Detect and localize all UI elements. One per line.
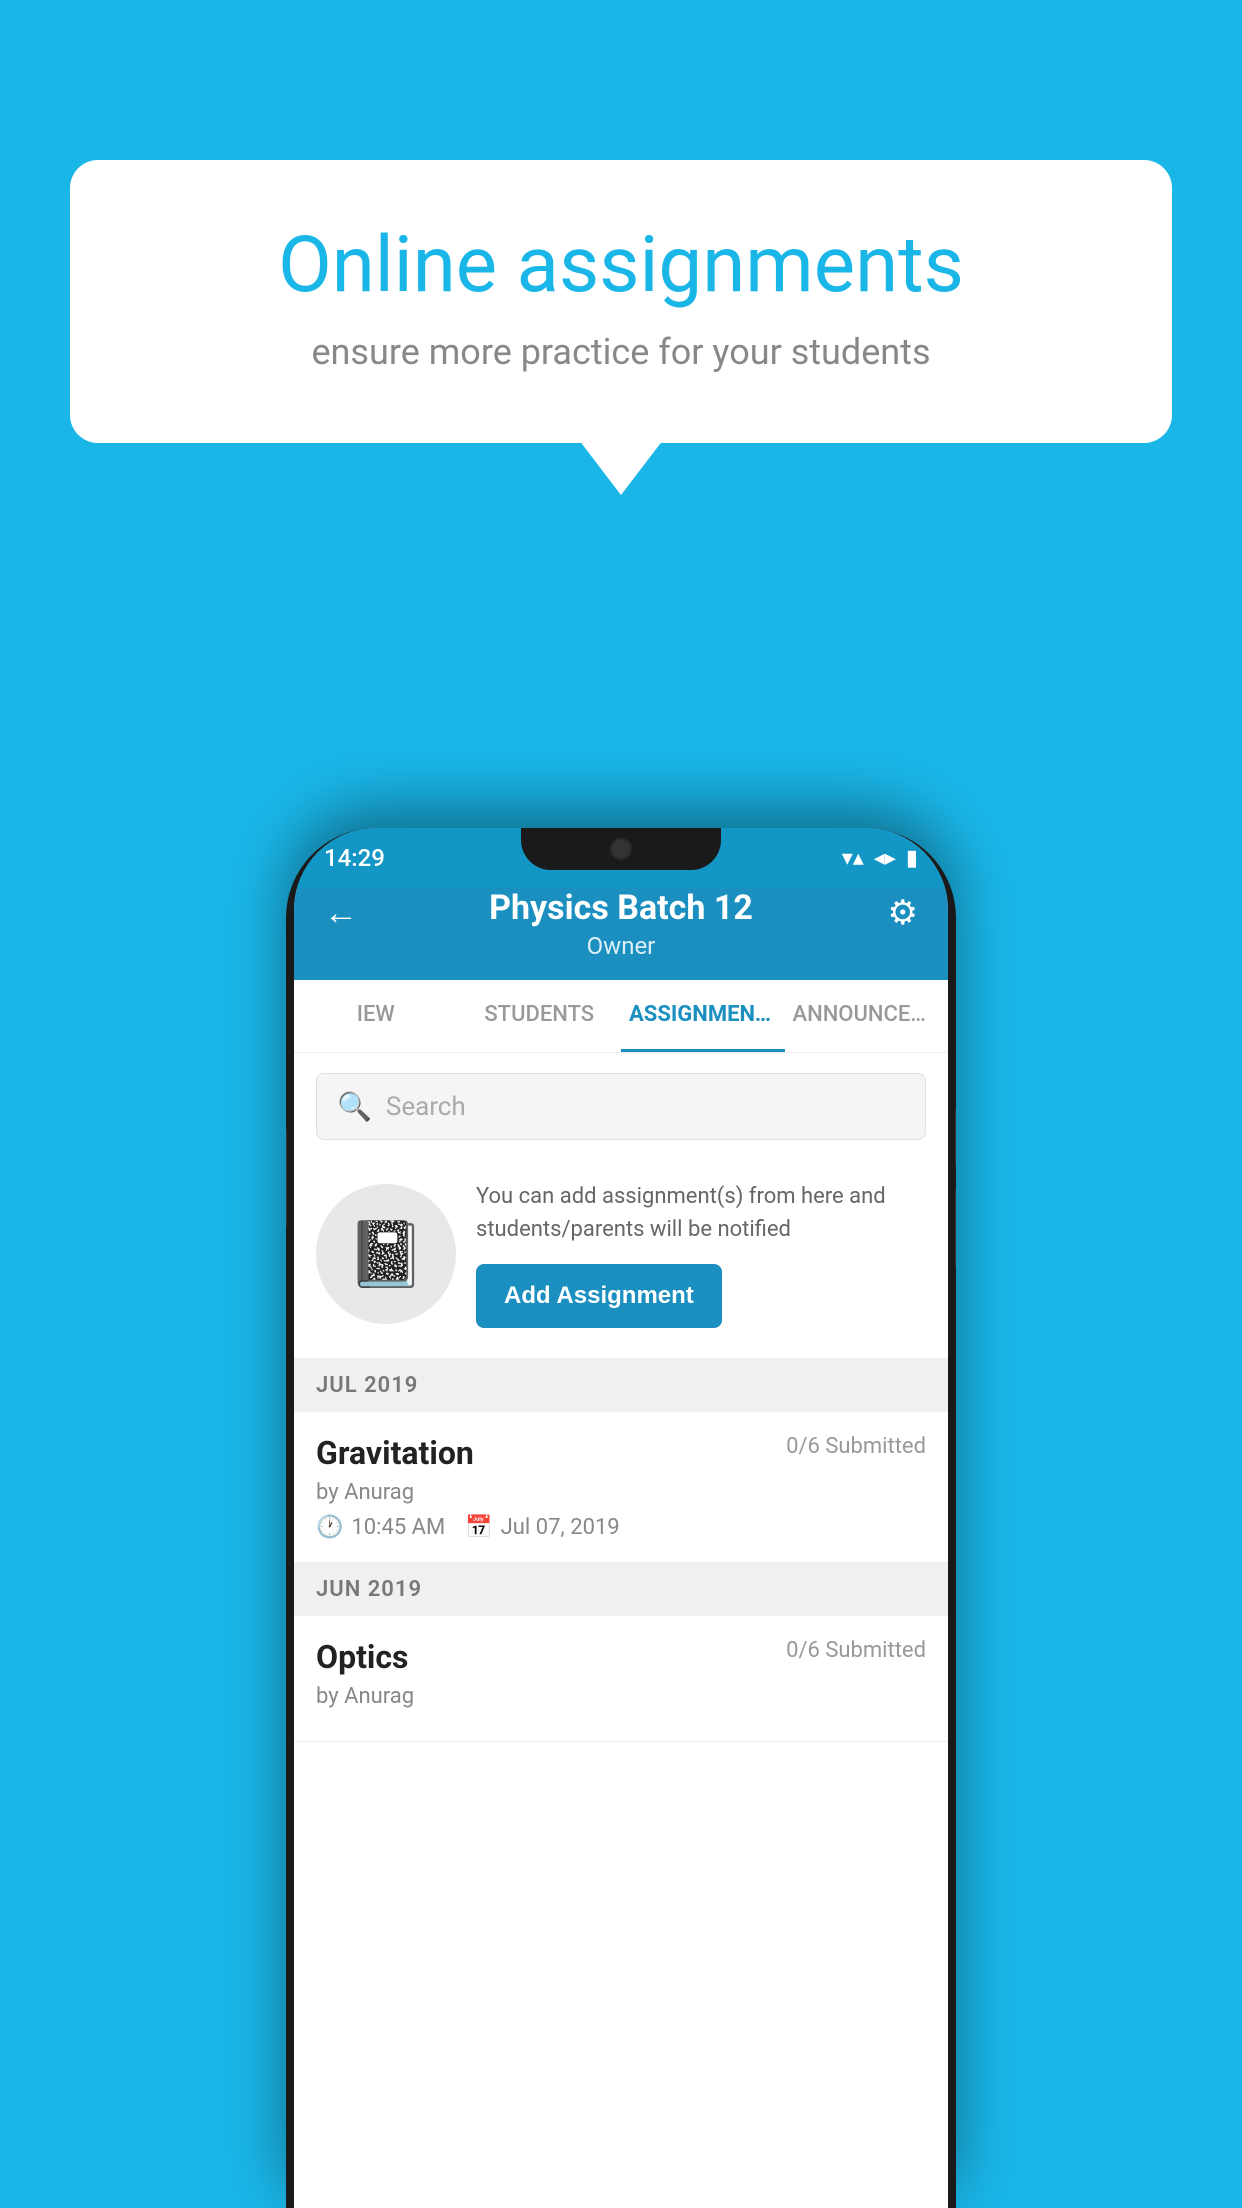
clock-icon: 🕐 xyxy=(316,1515,343,1540)
tab-announcements[interactable]: ANNOUNCEM... xyxy=(785,980,949,1052)
header-title: Physics Batch 12 xyxy=(324,888,918,928)
status-icons: ▾▴ ◂▸ ▮ xyxy=(842,846,918,871)
search-placeholder: Search xyxy=(386,1092,466,1122)
volume-down-button[interactable] xyxy=(955,1188,956,1268)
assignment-author: by Anurag xyxy=(316,1480,926,1505)
tab-students[interactable]: STUDENTS xyxy=(458,980,622,1052)
wifi-icon: ▾▴ xyxy=(842,846,864,871)
promo-icon-circle: 📓 xyxy=(316,1184,456,1324)
signal-icon: ◂▸ xyxy=(874,846,896,871)
assignment-submitted: 0/6 Submitted xyxy=(786,1434,926,1459)
assignment-item-optics[interactable]: Optics 0/6 Submitted by Anurag xyxy=(294,1616,948,1742)
header-subtitle: Owner xyxy=(324,932,918,960)
back-button[interactable]: ← xyxy=(324,893,358,933)
speech-bubble-area: Online assignments ensure more practice … xyxy=(70,160,1172,443)
phone-frame: 14:29 ▾▴ ◂▸ ▮ ← Physics Batch 12 Owner ⚙… xyxy=(286,828,956,2208)
assignment-submitted-optics: 0/6 Submitted xyxy=(786,1638,926,1663)
settings-button[interactable]: ⚙ xyxy=(888,893,918,933)
assignment-time: 10:45 AM xyxy=(351,1515,445,1540)
add-assignment-button[interactable]: Add Assignment xyxy=(476,1264,722,1328)
assignment-meta: 🕐 10:45 AM 📅 Jul 07, 2019 xyxy=(316,1515,926,1540)
volume-up-button[interactable] xyxy=(955,1108,956,1168)
bubble-subtitle: ensure more practice for your students xyxy=(150,331,1092,373)
tab-assignments[interactable]: ASSIGNMENTS xyxy=(621,980,785,1052)
promo-text: You can add assignment(s) from here and … xyxy=(476,1180,926,1246)
section-header-jul: JUL 2019 xyxy=(294,1359,948,1412)
assignment-date: Jul 07, 2019 xyxy=(501,1515,620,1540)
assignment-row-top: Gravitation 0/6 Submitted xyxy=(316,1434,926,1472)
tabs-bar: IEW STUDENTS ASSIGNMENTS ANNOUNCEM... xyxy=(294,980,948,1053)
assignment-item-gravitation[interactable]: Gravitation 0/6 Submitted by Anurag 🕐 10… xyxy=(294,1412,948,1563)
assignment-author-optics: by Anurag xyxy=(316,1684,926,1709)
power-button[interactable] xyxy=(286,1128,287,1228)
assignment-name: Gravitation xyxy=(316,1434,474,1472)
battery-icon: ▮ xyxy=(906,846,918,871)
assignment-row-top-optics: Optics 0/6 Submitted xyxy=(316,1638,926,1676)
bubble-title: Online assignments xyxy=(150,220,1092,311)
time-meta: 🕐 10:45 AM xyxy=(316,1515,445,1540)
search-icon: 🔍 xyxy=(337,1090,372,1123)
search-bar[interactable]: 🔍 Search xyxy=(316,1073,926,1140)
speech-bubble: Online assignments ensure more practice … xyxy=(70,160,1172,443)
promo-content: You can add assignment(s) from here and … xyxy=(476,1180,926,1328)
date-meta: 📅 Jul 07, 2019 xyxy=(465,1515,619,1540)
status-time: 14:29 xyxy=(324,844,385,872)
section-header-jun: JUN 2019 xyxy=(294,1563,948,1616)
notebook-icon: 📓 xyxy=(346,1217,426,1292)
phone-notch xyxy=(521,828,721,870)
promo-section: 📓 You can add assignment(s) from here an… xyxy=(294,1160,948,1359)
phone-camera xyxy=(610,838,632,860)
calendar-icon: 📅 xyxy=(465,1515,492,1540)
assignment-name-optics: Optics xyxy=(316,1638,408,1676)
tab-iew[interactable]: IEW xyxy=(294,980,458,1052)
phone-screen: 14:29 ▾▴ ◂▸ ▮ ← Physics Batch 12 Owner ⚙… xyxy=(294,828,948,2208)
